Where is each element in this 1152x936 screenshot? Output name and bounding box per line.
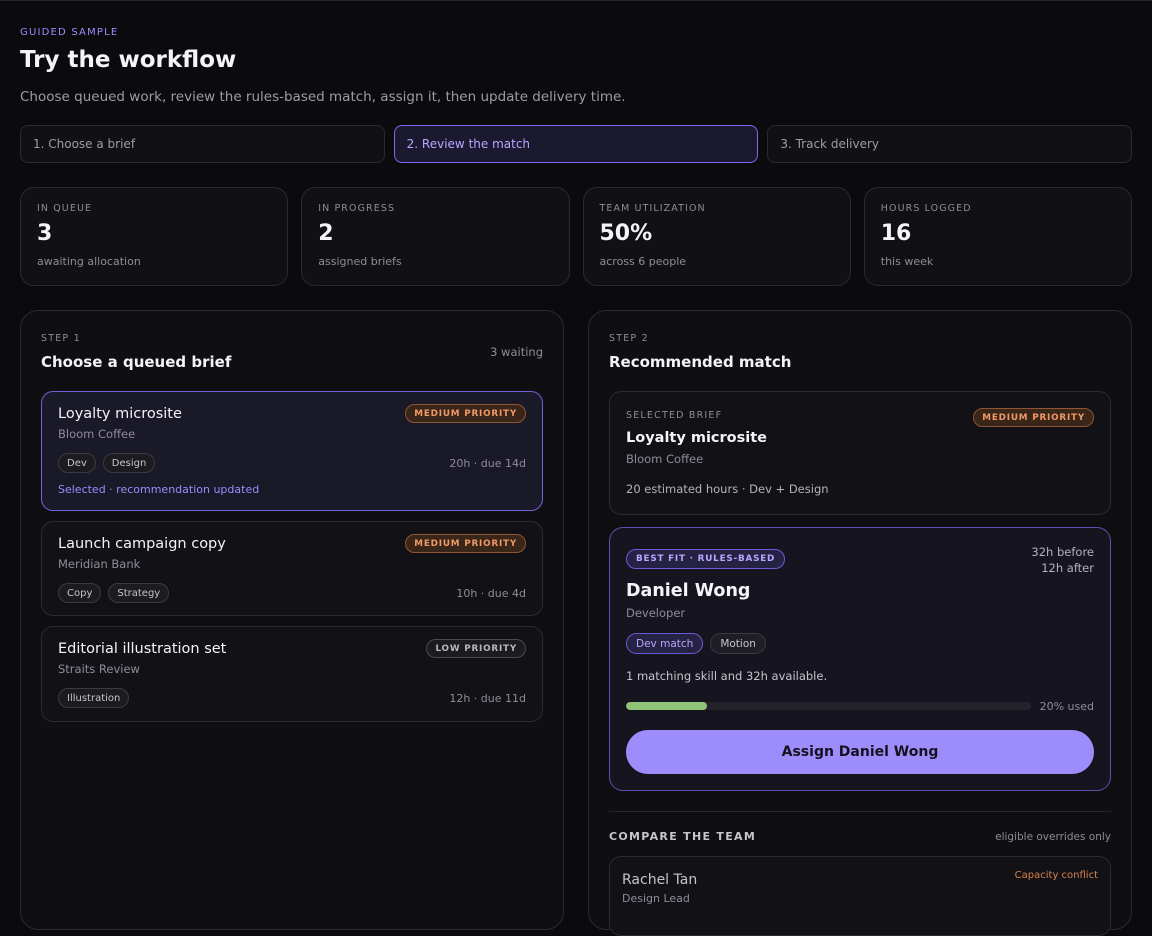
brief-client: Meridian Bank <box>58 557 141 571</box>
brief-tags: Copy Strategy <box>58 583 170 603</box>
selected-brief-eyebrow: SELECTED BRIEF <box>626 410 723 421</box>
queued-briefs-panel: STEP 1 Choose a queued brief 3 waiting L… <box>20 310 564 930</box>
stat-card-team-utilization: TEAM UTILIZATION 50% across 6 people <box>582 187 851 286</box>
step-tab-review-match[interactable]: 2. Review the match <box>393 125 759 163</box>
brief-name: Loyalty microsite <box>58 406 182 422</box>
brief-meta: 20h · due 14d <box>449 457 526 470</box>
waiting-count: 3 waiting <box>490 345 543 359</box>
capacity-conflict-label: Capacity conflict <box>1014 870 1098 881</box>
priority-badge: MEDIUM PRIORITY <box>973 408 1094 427</box>
stat-value: 50% <box>599 221 653 246</box>
compare-team-note: eligible overrides only <box>995 831 1111 843</box>
skill-tag: Illustration <box>58 688 130 708</box>
step-tab-choose-brief[interactable]: 1. Choose a brief <box>20 125 385 163</box>
stat-sub: assigned briefs <box>318 255 402 268</box>
panel-title: Recommended match <box>609 353 792 371</box>
stat-card-in-queue: IN QUEUE 3 awaiting allocation <box>20 187 289 286</box>
brief-card-editorial-illustration-set[interactable]: Editorial illustration set Straits Revie… <box>41 626 543 722</box>
brief-client: Bloom Coffee <box>58 427 136 441</box>
selection-note: Selected · recommendation updated <box>58 483 260 496</box>
stat-label: HOURS LOGGED <box>880 203 972 214</box>
assign-button[interactable]: Assign Daniel Wong <box>626 730 1094 774</box>
team-member-name: Rachel Tan <box>622 872 698 888</box>
brief-meta: 12h · due 11d <box>449 692 526 705</box>
skill-tag: Copy <box>58 583 102 603</box>
stat-sub: this week <box>880 255 934 268</box>
stat-sub: awaiting allocation <box>37 255 141 268</box>
stat-label: IN QUEUE <box>37 203 93 214</box>
utilization-bar-fill <box>626 702 707 710</box>
candidate-role: Developer <box>626 606 686 620</box>
panel-eyebrow: STEP 2 <box>609 333 649 344</box>
skill-tag: Motion <box>710 633 766 654</box>
priority-badge: MEDIUM PRIORITY <box>405 404 526 423</box>
workflow-steps: 1. Choose a brief 2. Review the match 3.… <box>20 125 1133 163</box>
skill-tag: Design <box>102 453 156 473</box>
brief-tags: Dev Design <box>58 453 156 473</box>
selected-brief-card: SELECTED BRIEF Loyalty microsite Bloom C… <box>609 391 1111 515</box>
selected-brief-estimate: 20 estimated hours · Dev + Design <box>626 482 829 496</box>
selected-brief-client: Bloom Coffee <box>626 452 704 466</box>
candidate-name: Daniel Wong <box>626 581 751 601</box>
guided-sample-eyebrow: GUIDED SAMPLE <box>20 27 119 38</box>
team-member-card-rachel-tan[interactable]: Rachel Tan Design Lead Capacity conflict <box>609 856 1111 936</box>
utilization-bar <box>626 702 1031 710</box>
stat-label: TEAM UTILIZATION <box>599 203 706 214</box>
compare-team-title: COMPARE THE TEAM <box>609 830 757 843</box>
panel-title: Choose a queued brief <box>41 353 232 371</box>
stat-card-hours-logged: HOURS LOGGED 16 this week <box>863 187 1132 286</box>
skill-tag-match: Dev match <box>626 633 704 654</box>
hours-before: 32h before <box>1031 545 1094 559</box>
brief-card-launch-campaign-copy[interactable]: Launch campaign copy Meridian Bank MEDIU… <box>41 521 543 616</box>
stat-value: 2 <box>318 221 334 246</box>
step-tab-track-delivery[interactable]: 3. Track delivery <box>767 125 1133 163</box>
priority-badge: MEDIUM PRIORITY <box>405 534 526 553</box>
brief-name: Launch campaign copy <box>58 536 226 552</box>
panel-eyebrow: STEP 1 <box>41 333 81 344</box>
stat-sub: across 6 people <box>599 255 687 268</box>
priority-badge: LOW PRIORITY <box>426 639 526 658</box>
page-subtitle: Choose queued work, review the rules-bas… <box>20 89 626 105</box>
hours-after: 12h after <box>1041 561 1094 575</box>
team-member-role: Design Lead <box>622 892 690 905</box>
brief-name: Editorial illustration set <box>58 641 227 657</box>
utilization-label: 20% used <box>1039 700 1094 713</box>
best-fit-badge: BEST FIT · RULES-BASED <box>626 549 786 569</box>
divider <box>609 811 1111 812</box>
stat-value: 3 <box>37 221 53 246</box>
candidate-skills: Dev match Motion <box>626 633 766 654</box>
brief-client: Straits Review <box>58 662 140 676</box>
skill-tag: Strategy <box>108 583 170 603</box>
page-title: Try the workflow <box>20 47 237 73</box>
stat-card-in-progress: IN PROGRESS 2 assigned briefs <box>301 187 570 286</box>
selected-brief-name: Loyalty microsite <box>626 430 767 446</box>
brief-meta: 10h · due 4d <box>456 587 526 600</box>
brief-card-loyalty-microsite[interactable]: Loyalty microsite Bloom Coffee MEDIUM PR… <box>41 391 543 511</box>
stat-value: 16 <box>880 221 912 246</box>
recommended-match-panel: STEP 2 Recommended match SELECTED BRIEF … <box>588 310 1132 936</box>
best-fit-card: BEST FIT · RULES-BASED 32h before 12h af… <box>609 527 1111 791</box>
brief-tags: Illustration <box>58 688 130 708</box>
stats-row: IN QUEUE 3 awaiting allocation IN PROGRE… <box>20 187 1132 286</box>
match-description: 1 matching skill and 32h available. <box>626 669 828 683</box>
stat-label: IN PROGRESS <box>318 203 396 214</box>
skill-tag: Dev <box>58 453 96 473</box>
